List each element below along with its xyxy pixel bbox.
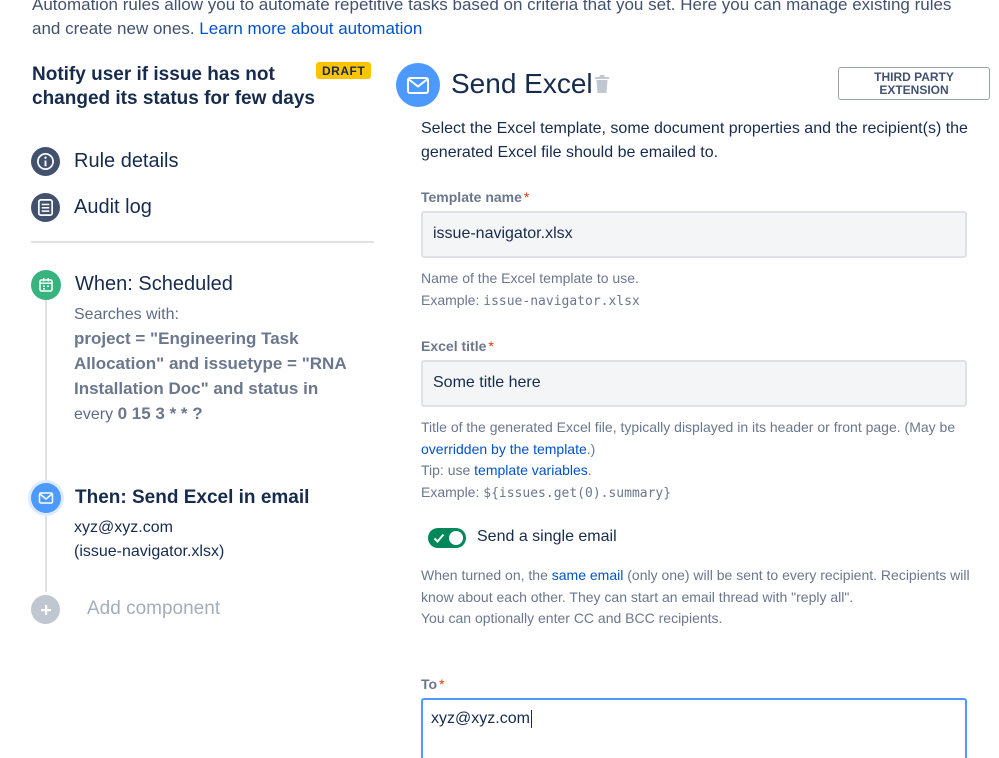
tip-end: . xyxy=(587,462,592,478)
text-caret xyxy=(530,710,532,728)
cron-expression: 0 15 3 * * ? xyxy=(117,404,203,423)
third-party-badge: THIRD PARTY EXTENSION xyxy=(838,67,990,100)
example-label: Example: xyxy=(421,291,480,308)
tip-label: Tip: use xyxy=(421,462,471,478)
action-details: xyz@xyz.com (issue-navigator.xlsx) xyxy=(74,516,224,564)
template-example: issue-navigator.xlsx xyxy=(483,293,640,309)
mail-icon[interactable] xyxy=(31,483,61,513)
check-icon xyxy=(433,533,445,543)
action-template: (issue-navigator.xlsx) xyxy=(74,543,225,560)
add-component-button[interactable]: Add component xyxy=(87,598,220,620)
single-email-toggle[interactable] xyxy=(428,528,466,548)
every-label: every xyxy=(74,406,114,423)
title-example: ${issues.get(0).summary} xyxy=(483,485,672,501)
excel-title-help-text: Title of the generated Excel file, typic… xyxy=(421,419,956,435)
required-marker: * xyxy=(523,189,530,205)
to-label: To * xyxy=(421,676,445,692)
toggle-knob xyxy=(449,531,463,545)
trigger-title[interactable]: When: Scheduled xyxy=(75,273,233,296)
to-input[interactable]: xyz@xyz.com xyxy=(421,698,967,758)
action-email: xyz@xyz.com xyxy=(74,519,173,536)
single-email-help-3: You can optionally enter CC and BCC reci… xyxy=(421,610,723,626)
calendar-icon[interactable] xyxy=(31,270,61,300)
nav-rule-details-label: Rule details xyxy=(74,150,179,172)
template-variables-link[interactable]: template variables xyxy=(474,462,588,478)
nav-rule-details[interactable]: Rule details xyxy=(31,147,179,176)
divider xyxy=(31,241,374,243)
example-label: Example: xyxy=(421,483,480,500)
component-title: Send Excel xyxy=(451,68,593,99)
excel-title-label: Excel title * xyxy=(421,338,494,354)
excel-title-input[interactable]: Some title here xyxy=(421,360,967,407)
same-email-link[interactable]: same email xyxy=(552,567,624,583)
template-name-label-text: Template name xyxy=(421,189,522,205)
single-email-help: When turned on, the same email (only one… xyxy=(421,565,981,630)
rule-title: Notify user if issue has not changed its… xyxy=(32,64,315,109)
nav-audit-log[interactable]: Audit log xyxy=(31,193,152,222)
action-title[interactable]: Then: Send Excel in email xyxy=(75,487,309,509)
single-email-label: Send a single email xyxy=(477,528,617,545)
intro-description: Automation rules allow you to automate r… xyxy=(32,0,952,38)
draft-badge: DRAFT xyxy=(316,62,372,79)
required-marker: * xyxy=(488,338,494,354)
excel-title-help-end: .) xyxy=(586,440,596,457)
component-description: Select the Excel template, some document… xyxy=(421,120,968,161)
overridden-link[interactable]: overridden by the template xyxy=(421,441,587,457)
list-icon xyxy=(31,193,60,222)
mail-icon xyxy=(396,63,440,107)
excel-title-help: Title of the generated Excel file, typic… xyxy=(421,417,981,504)
searches-label: Searches with: xyxy=(74,306,179,323)
template-name-help: Name of the Excel template to use. Examp… xyxy=(421,268,981,312)
single-email-help-1: When turned on, the xyxy=(421,567,548,583)
to-label-text: To xyxy=(421,676,438,692)
info-icon xyxy=(31,147,60,176)
timeline-line xyxy=(45,300,47,592)
excel-title-label-text: Excel title xyxy=(421,338,487,354)
jql-query: project = "Engineering Task Allocation" … xyxy=(74,329,346,398)
intro-text: Automation rules allow you to automate r… xyxy=(32,0,982,41)
trash-icon[interactable] xyxy=(594,75,610,99)
template-name-label: Template name * xyxy=(421,189,529,205)
required-marker: * xyxy=(439,676,445,692)
trigger-details: Searches with: project = "Engineering Ta… xyxy=(74,303,354,427)
learn-more-link[interactable]: Learn more about automation xyxy=(199,19,422,38)
nav-audit-log-label: Audit log xyxy=(74,196,152,218)
plus-icon[interactable] xyxy=(31,595,60,624)
template-name-help-text: Name of the Excel template to use. xyxy=(421,270,639,286)
template-name-input[interactable]: issue-navigator.xlsx xyxy=(421,211,967,258)
to-input-value: xyz@xyz.com xyxy=(431,710,530,728)
